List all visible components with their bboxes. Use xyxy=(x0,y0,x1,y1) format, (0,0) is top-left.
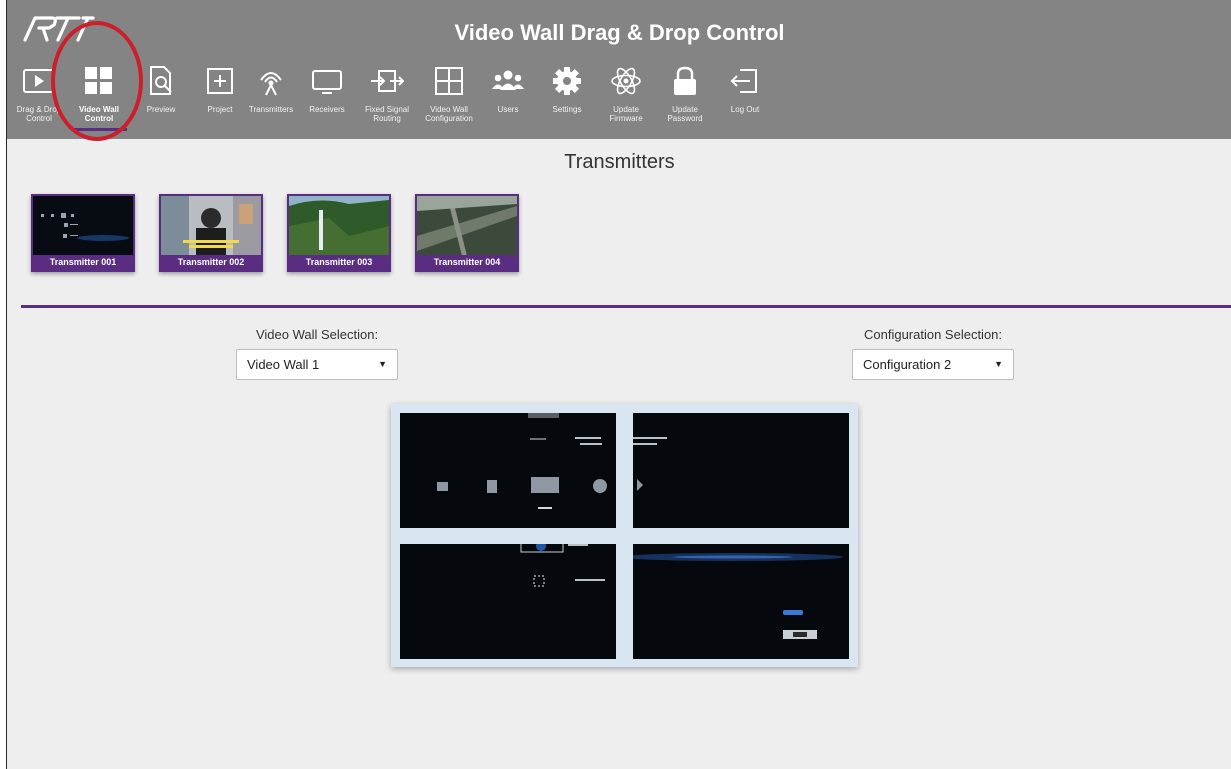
highlight-circle xyxy=(51,21,143,141)
routing-icon xyxy=(371,70,404,92)
grid-outline-icon xyxy=(435,67,463,95)
main-nav: Drag & Drop Control Video Wall Control P… xyxy=(7,60,1231,139)
video-wall-select-value: Video Wall 1 xyxy=(247,357,320,372)
header-bar: Video Wall Drag & Drop Control Drag & Dr… xyxy=(7,0,1231,141)
users-icon xyxy=(492,70,524,90)
menu-screen-bottom-left xyxy=(520,544,605,587)
app-title: Video Wall Drag & Drop Control xyxy=(454,20,785,45)
nav-fixed-signal-routing[interactable]: Fixed Signal Routing xyxy=(357,60,417,130)
video-wall-cell[interactable] xyxy=(400,544,616,659)
logout-icon xyxy=(730,69,757,93)
menu-screen-top-left xyxy=(437,413,607,509)
monitor-icon xyxy=(312,70,342,94)
chevron-down-icon: ▼ xyxy=(994,359,1003,369)
section-divider xyxy=(21,305,1231,308)
nav-update-password[interactable]: Update Password xyxy=(655,60,715,130)
transmitter-preview-aerial xyxy=(417,196,517,256)
transmitter-tile[interactable]: Transmitter 001 xyxy=(31,194,135,272)
video-wall-grid xyxy=(391,404,858,667)
nav-label: Log Out xyxy=(730,105,760,114)
configuration-select-value: Configuration 2 xyxy=(863,357,952,372)
transmitter-preview-street xyxy=(161,196,261,256)
nav-update-firmware[interactable]: Update Firmware xyxy=(596,60,656,130)
transmitter-label: Transmitter 004 xyxy=(417,255,517,270)
nav-settings[interactable]: Settings xyxy=(537,60,597,130)
chevron-down-icon: ▼ xyxy=(378,359,387,369)
lock-icon xyxy=(674,66,696,95)
video-wall-cell[interactable] xyxy=(400,413,616,528)
video-wall-cell[interactable] xyxy=(633,544,849,659)
configuration-selection-label: Configuration Selection: xyxy=(863,327,1003,342)
video-wall-select[interactable]: Video Wall 1 ▼ xyxy=(236,349,398,380)
transmitter-label: Transmitter 002 xyxy=(161,255,261,270)
configuration-select[interactable]: Configuration 2 ▼ xyxy=(852,349,1014,380)
plus-box-icon xyxy=(207,68,233,94)
menu-screen-bottom-right xyxy=(633,553,843,639)
video-wall-selection-label: Video Wall Selection: xyxy=(255,327,379,342)
transmitters-title: Transmitters xyxy=(564,151,675,173)
gear-icon xyxy=(553,67,581,95)
nav-users[interactable]: Users xyxy=(478,60,538,130)
menu-screen-top-right xyxy=(633,437,667,491)
video-wall-cell[interactable] xyxy=(633,413,849,528)
atom-icon xyxy=(611,67,641,95)
transmitter-preview-waterfall xyxy=(289,196,389,256)
transmitter-tile[interactable]: Transmitter 004 xyxy=(415,194,519,272)
preview-document-icon xyxy=(150,66,172,95)
transmitter-tile[interactable]: Transmitter 002 xyxy=(159,194,263,272)
transmitter-preview-menu xyxy=(33,196,133,256)
transmitter-label: Transmitter 003 xyxy=(289,255,389,270)
nav-video-wall-configuration[interactable]: Video Wall Configuration xyxy=(419,60,479,130)
nav-log-out[interactable]: Log Out xyxy=(715,60,775,130)
nav-receivers[interactable]: Receivers xyxy=(297,60,357,130)
app-frame: Video Wall Drag & Drop Control Drag & Dr… xyxy=(6,0,1231,769)
nav-transmitters[interactable]: Transmitters xyxy=(241,60,301,130)
antenna-icon xyxy=(260,72,282,96)
transmitter-tile[interactable]: Transmitter 003 xyxy=(287,194,391,272)
transmitter-label: Transmitter 001 xyxy=(33,255,133,270)
